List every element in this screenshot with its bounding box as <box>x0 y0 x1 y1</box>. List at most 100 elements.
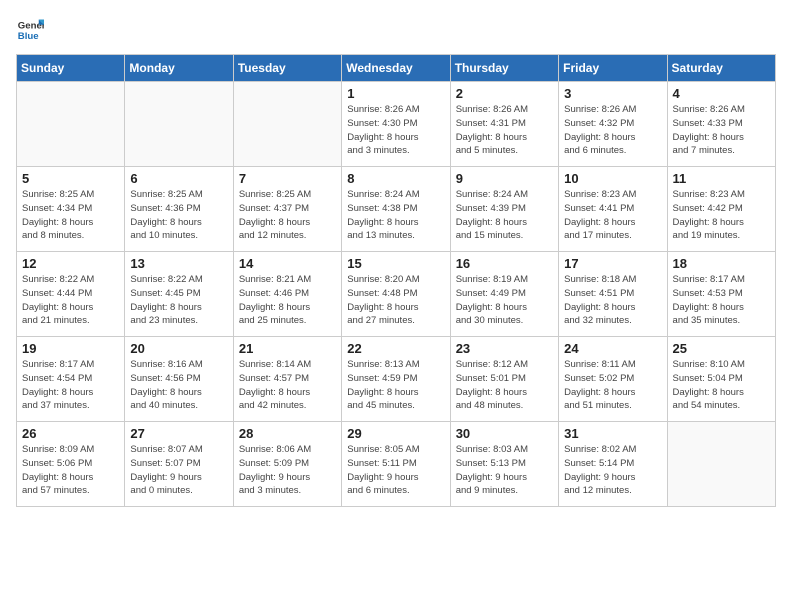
weekday-header: Wednesday <box>342 55 450 82</box>
calendar-cell: 28Sunrise: 8:06 AM Sunset: 5:09 PM Dayli… <box>233 422 341 507</box>
day-number: 3 <box>564 86 661 101</box>
day-info: Sunrise: 8:10 AM Sunset: 5:04 PM Dayligh… <box>673 358 770 413</box>
calendar-cell <box>667 422 775 507</box>
day-info: Sunrise: 8:17 AM Sunset: 4:53 PM Dayligh… <box>673 273 770 328</box>
day-number: 1 <box>347 86 444 101</box>
day-number: 11 <box>673 171 770 186</box>
weekday-header: Tuesday <box>233 55 341 82</box>
weekday-header: Friday <box>559 55 667 82</box>
day-info: Sunrise: 8:22 AM Sunset: 4:45 PM Dayligh… <box>130 273 227 328</box>
day-number: 9 <box>456 171 553 186</box>
weekday-header: Sunday <box>17 55 125 82</box>
day-number: 31 <box>564 426 661 441</box>
weekday-header: Thursday <box>450 55 558 82</box>
day-info: Sunrise: 8:26 AM Sunset: 4:31 PM Dayligh… <box>456 103 553 158</box>
day-number: 18 <box>673 256 770 271</box>
calendar-cell: 31 Sunrise: 8:02 AM Sunset: 5:14 PM Dayli… <box>559 422 667 507</box>
day-number: 15 <box>347 256 444 271</box>
calendar-week-row: 26 Sunrise: 8:09 AM Sunset: 5:06 PM Dayli… <box>17 422 776 507</box>
day-number: 10 <box>564 171 661 186</box>
day-info: Sunrise: 8:20 AM Sunset: 4:48 PM Dayligh… <box>347 273 444 328</box>
day-number: 26 <box>22 426 119 441</box>
day-number: 20 <box>130 341 227 356</box>
calendar-cell: 8 Sunrise: 8:24 AM Sunset: 4:38 PM Daylig… <box>342 167 450 252</box>
calendar-cell: 2 Sunrise: 8:26 AM Sunset: 4:31 PM Daylig… <box>450 82 558 167</box>
calendar-cell: 18 Sunrise: 8:17 AM Sunset: 4:53 PM Dayli… <box>667 252 775 337</box>
calendar-cell: 13 Sunrise: 8:22 AM Sunset: 4:45 PM Dayli… <box>125 252 233 337</box>
day-info: Sunrise: 8:05 AM Sunset: 5:11 PM Dayligh… <box>347 443 444 498</box>
day-info: Sunrise: 8:02 AM Sunset: 5:14 PM Dayligh… <box>564 443 661 498</box>
logo: General Blue <box>16 16 48 44</box>
calendar-cell: 3 Sunrise: 8:26 AM Sunset: 4:32 PM Daylig… <box>559 82 667 167</box>
day-info: Sunrise: 8:23 AM Sunset: 4:42 PM Dayligh… <box>673 188 770 243</box>
calendar-cell: 19 Sunrise: 8:17 AM Sunset: 4:54 PM Dayli… <box>17 337 125 422</box>
day-number: 4 <box>673 86 770 101</box>
calendar-cell: 21 Sunrise: 8:14 AM Sunset: 4:57 PM Dayli… <box>233 337 341 422</box>
day-info: Sunrise: 8:12 AM Sunset: 5:01 PM Dayligh… <box>456 358 553 413</box>
calendar-cell <box>233 82 341 167</box>
day-number: 29 <box>347 426 444 441</box>
logo-icon: General Blue <box>16 16 44 44</box>
calendar-cell: 7 Sunrise: 8:25 AM Sunset: 4:37 PM Daylig… <box>233 167 341 252</box>
day-number: 8 <box>347 171 444 186</box>
calendar-cell: 1Sunrise: 8:26 AM Sunset: 4:30 PM Daylig… <box>342 82 450 167</box>
calendar-cell: 14 Sunrise: 8:21 AM Sunset: 4:46 PM Dayli… <box>233 252 341 337</box>
calendar-week-row: 12 Sunrise: 8:22 AM Sunset: 4:44 PM Dayli… <box>17 252 776 337</box>
calendar-cell: 4 Sunrise: 8:26 AM Sunset: 4:33 PM Daylig… <box>667 82 775 167</box>
day-number: 19 <box>22 341 119 356</box>
day-info: Sunrise: 8:09 AM Sunset: 5:06 PM Dayligh… <box>22 443 119 498</box>
day-info: Sunrise: 8:25 AM Sunset: 4:37 PM Dayligh… <box>239 188 336 243</box>
day-number: 12 <box>22 256 119 271</box>
day-info: Sunrise: 8:22 AM Sunset: 4:44 PM Dayligh… <box>22 273 119 328</box>
calendar-cell: 12 Sunrise: 8:22 AM Sunset: 4:44 PM Dayli… <box>17 252 125 337</box>
day-info: Sunrise: 8:23 AM Sunset: 4:41 PM Dayligh… <box>564 188 661 243</box>
day-info: Sunrise: 8:17 AM Sunset: 4:54 PM Dayligh… <box>22 358 119 413</box>
calendar-table: SundayMondayTuesdayWednesdayThursdayFrid… <box>16 54 776 507</box>
calendar-cell <box>125 82 233 167</box>
calendar-cell: 23 Sunrise: 8:12 AM Sunset: 5:01 PM Dayli… <box>450 337 558 422</box>
calendar-cell: 20Sunrise: 8:16 AM Sunset: 4:56 PM Dayli… <box>125 337 233 422</box>
day-info: Sunrise: 8:26 AM Sunset: 4:32 PM Dayligh… <box>564 103 661 158</box>
calendar-cell: 11 Sunrise: 8:23 AM Sunset: 4:42 PM Dayli… <box>667 167 775 252</box>
day-number: 13 <box>130 256 227 271</box>
weekday-header-row: SundayMondayTuesdayWednesdayThursdayFrid… <box>17 55 776 82</box>
day-number: 27 <box>130 426 227 441</box>
day-info: Sunrise: 8:25 AM Sunset: 4:36 PM Dayligh… <box>130 188 227 243</box>
day-number: 24 <box>564 341 661 356</box>
day-number: 23 <box>456 341 553 356</box>
calendar-cell: 17Sunrise: 8:18 AM Sunset: 4:51 PM Dayli… <box>559 252 667 337</box>
day-number: 7 <box>239 171 336 186</box>
day-info: Sunrise: 8:21 AM Sunset: 4:46 PM Dayligh… <box>239 273 336 328</box>
day-number: 5 <box>22 171 119 186</box>
day-number: 25 <box>673 341 770 356</box>
day-info: Sunrise: 8:13 AM Sunset: 4:59 PM Dayligh… <box>347 358 444 413</box>
calendar-cell: 16 Sunrise: 8:19 AM Sunset: 4:49 PM Dayli… <box>450 252 558 337</box>
calendar-cell: 9Sunrise: 8:24 AM Sunset: 4:39 PM Daylig… <box>450 167 558 252</box>
calendar-cell: 10 Sunrise: 8:23 AM Sunset: 4:41 PM Dayli… <box>559 167 667 252</box>
calendar-cell <box>17 82 125 167</box>
page-header: General Blue <box>16 16 776 44</box>
day-info: Sunrise: 8:25 AM Sunset: 4:34 PM Dayligh… <box>22 188 119 243</box>
calendar-cell: 27 Sunrise: 8:07 AM Sunset: 5:07 PM Dayli… <box>125 422 233 507</box>
day-number: 21 <box>239 341 336 356</box>
day-info: Sunrise: 8:18 AM Sunset: 4:51 PM Dayligh… <box>564 273 661 328</box>
day-info: Sunrise: 8:24 AM Sunset: 4:38 PM Dayligh… <box>347 188 444 243</box>
calendar-week-row: 5 Sunrise: 8:25 AM Sunset: 4:34 PM Daylig… <box>17 167 776 252</box>
day-number: 22 <box>347 341 444 356</box>
day-number: 2 <box>456 86 553 101</box>
calendar-cell: 30 Sunrise: 8:03 AM Sunset: 5:13 PM Dayli… <box>450 422 558 507</box>
day-info: Sunrise: 8:07 AM Sunset: 5:07 PM Dayligh… <box>130 443 227 498</box>
svg-text:Blue: Blue <box>18 31 39 42</box>
calendar-cell: 29 Sunrise: 8:05 AM Sunset: 5:11 PM Dayli… <box>342 422 450 507</box>
day-number: 30 <box>456 426 553 441</box>
day-info: Sunrise: 8:14 AM Sunset: 4:57 PM Dayligh… <box>239 358 336 413</box>
day-info: Sunrise: 8:06 AM Sunset: 5:09 PM Dayligh… <box>239 443 336 498</box>
calendar-cell: 26 Sunrise: 8:09 AM Sunset: 5:06 PM Dayli… <box>17 422 125 507</box>
calendar-cell: 15 Sunrise: 8:20 AM Sunset: 4:48 PM Dayli… <box>342 252 450 337</box>
weekday-header: Monday <box>125 55 233 82</box>
day-info: Sunrise: 8:26 AM Sunset: 4:33 PM Dayligh… <box>673 103 770 158</box>
day-info: Sunrise: 8:03 AM Sunset: 5:13 PM Dayligh… <box>456 443 553 498</box>
day-info: Sunrise: 8:19 AM Sunset: 4:49 PM Dayligh… <box>456 273 553 328</box>
day-number: 14 <box>239 256 336 271</box>
day-number: 16 <box>456 256 553 271</box>
